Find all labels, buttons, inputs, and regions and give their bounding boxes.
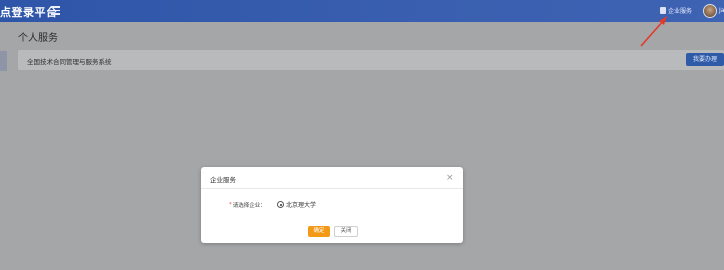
dialog-title: 企业服务 [210,176,236,184]
system-row: 全国技术合同管理与服务系统 我要办理 [18,50,724,70]
enterprise-service-link[interactable]: 企业服务 [660,6,692,15]
enterprise-service-label: 企业服务 [668,8,693,15]
close-icon[interactable]: × [446,172,454,184]
confirm-button[interactable]: 确定 [308,226,330,237]
platform-title: 点登录平台 [0,6,58,19]
user-avatar[interactable] [703,4,717,18]
system-name: 全国技术合同管理与服务系统 [27,58,112,66]
enterprise-radio-option[interactable]: 北京理大学 [277,200,316,209]
hamburger-menu-icon[interactable] [51,6,60,15]
enterprise-field-label: * 请选择企业： [229,201,266,209]
enterprise-service-dialog: 企业服务 × * 请选择企业： 北京理大学 确定 关闭 [201,167,463,243]
required-mark: * [229,202,232,208]
radio-option-label[interactable]: 北京理大学 [286,200,316,209]
field-label-text: 请选择企业： [232,203,266,209]
user-name[interactable]: Ja [719,7,724,14]
sidebar-tab[interactable] [0,51,7,71]
dialog-header: 企业服务 × [201,167,463,189]
building-icon [660,7,666,14]
cancel-button[interactable]: 关闭 [334,226,358,237]
top-navbar: 点登录平台 企业服务 Ja [0,0,724,22]
go-handle-button[interactable]: 我要办理 [686,53,724,66]
page-title: 个人服务 [18,33,58,44]
radio-selected-icon[interactable] [277,201,284,208]
